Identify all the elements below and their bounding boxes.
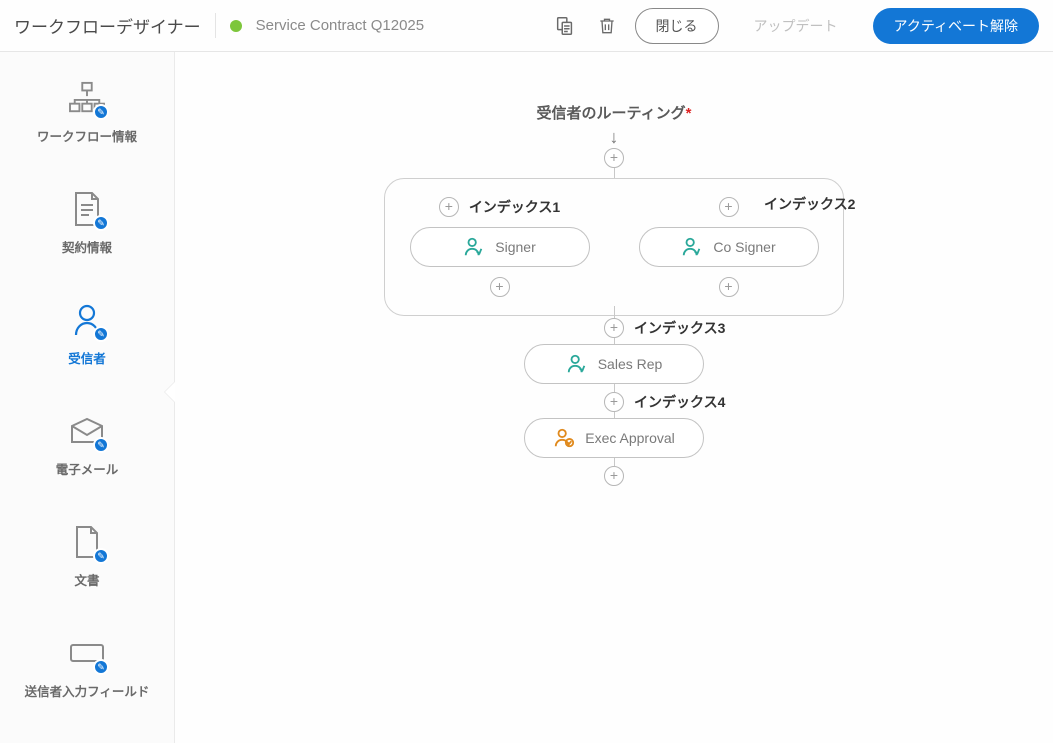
recipient-card-cosigner[interactable]: Co Signer bbox=[639, 227, 819, 267]
edit-badge-icon bbox=[93, 215, 109, 231]
index-label-2: インデックス2 bbox=[764, 194, 855, 214]
app-title: ワークフローデザイナー bbox=[14, 13, 216, 38]
connector bbox=[614, 458, 615, 466]
sender-fields-icon bbox=[67, 633, 107, 673]
recipient-label: Exec Approval bbox=[585, 430, 675, 446]
connector bbox=[614, 384, 615, 392]
workflow-info-icon bbox=[67, 78, 107, 118]
edit-badge-icon bbox=[93, 659, 109, 675]
canvas: 受信者のルーティング* ↓ + + インデックス1 bbox=[175, 52, 1053, 743]
deactivate-button[interactable]: アクティベート解除 bbox=[873, 8, 1039, 44]
approver-icon bbox=[553, 427, 575, 449]
update-button: アップデート bbox=[733, 8, 859, 44]
close-button[interactable]: 閉じる bbox=[635, 8, 719, 44]
recipients-icon bbox=[67, 300, 107, 340]
sidebar-item-email[interactable]: 電子メール bbox=[0, 405, 174, 484]
index-label-3: インデックス3 bbox=[634, 318, 725, 338]
sidebar-item-documents[interactable]: 文書 bbox=[0, 516, 174, 595]
required-asterisk: * bbox=[686, 105, 692, 122]
routing-title: 受信者のルーティング* bbox=[175, 102, 1053, 123]
documents-icon bbox=[67, 522, 107, 562]
sidebar: ワークフロー情報 契約情報 受信者 bbox=[0, 52, 175, 743]
add-node-branch2-top[interactable]: + bbox=[719, 197, 739, 217]
sidebar-item-workflow-info[interactable]: ワークフロー情報 bbox=[0, 72, 174, 151]
header: ワークフローデザイナー Service Contract Q12025 閉じる … bbox=[0, 0, 1053, 52]
add-node-top[interactable]: + bbox=[604, 148, 624, 168]
routing-title-text: 受信者のルーティング bbox=[537, 105, 686, 122]
email-icon bbox=[67, 411, 107, 451]
add-node-branch1-top[interactable]: + bbox=[439, 197, 459, 217]
edit-badge-icon bbox=[93, 104, 109, 120]
add-node-branch1-bottom[interactable]: + bbox=[490, 277, 510, 297]
edit-badge-icon bbox=[93, 548, 109, 564]
sidebar-item-label: 文書 bbox=[74, 570, 99, 589]
recipient-label: Co Signer bbox=[713, 239, 775, 255]
sidebar-item-contract-info[interactable]: 契約情報 bbox=[0, 183, 174, 262]
signer-icon bbox=[681, 236, 703, 258]
edit-badge-icon bbox=[93, 326, 109, 342]
sidebar-item-sender-fields[interactable]: 送信者入力フィールド bbox=[0, 627, 174, 706]
add-node-seq4[interactable]: + bbox=[604, 392, 624, 412]
add-node-bottom[interactable]: + bbox=[604, 466, 624, 486]
sidebar-item-label: 電子メール bbox=[56, 459, 119, 478]
contract-info-icon bbox=[67, 189, 107, 229]
signer-icon bbox=[463, 236, 485, 258]
recipient-card-execapproval[interactable]: Exec Approval bbox=[524, 418, 704, 458]
trash-icon[interactable] bbox=[593, 12, 621, 40]
status-dot-icon bbox=[230, 20, 242, 32]
connector bbox=[614, 306, 615, 318]
branch-1: + インデックス1 Signer + bbox=[410, 197, 590, 297]
recipient-label: Signer bbox=[495, 239, 535, 255]
recipient-card-salesrep[interactable]: Sales Rep bbox=[524, 344, 704, 384]
sidebar-item-label: 送信者入力フィールド bbox=[25, 681, 150, 700]
recipient-label: Sales Rep bbox=[598, 356, 663, 372]
add-node-seq3[interactable]: + bbox=[604, 318, 624, 338]
active-caret-icon bbox=[165, 382, 175, 402]
sidebar-item-label: 契約情報 bbox=[62, 237, 112, 256]
index-label-4: インデックス4 bbox=[634, 392, 725, 412]
add-node-branch2-bottom[interactable]: + bbox=[719, 277, 739, 297]
sidebar-item-label: 受信者 bbox=[68, 348, 106, 367]
copy-icon[interactable] bbox=[551, 12, 579, 40]
contract-name: Service Contract Q12025 bbox=[256, 17, 424, 34]
sidebar-item-label: ワークフロー情報 bbox=[37, 126, 137, 145]
connector bbox=[614, 168, 615, 178]
arrow-down-icon: ↓ bbox=[175, 127, 1053, 148]
sidebar-item-recipients[interactable]: 受信者 bbox=[0, 294, 174, 373]
edit-badge-icon bbox=[93, 437, 109, 453]
signer-icon bbox=[566, 353, 588, 375]
index-label-1: インデックス1 bbox=[469, 197, 560, 217]
recipient-card-signer[interactable]: Signer bbox=[410, 227, 590, 267]
